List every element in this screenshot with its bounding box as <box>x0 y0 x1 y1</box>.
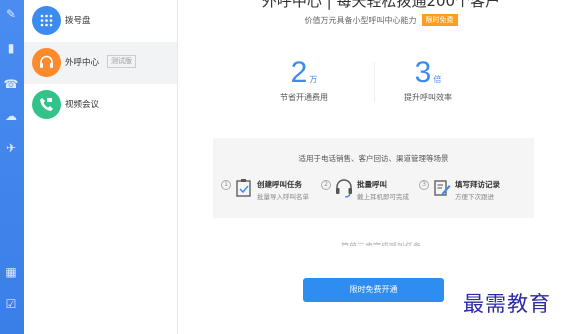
beta-badge: 测试版 <box>107 55 136 68</box>
app-item-video-meeting[interactable]: 视频会议 <box>24 84 177 126</box>
headset-icon <box>336 179 352 198</box>
app-item-dialpad[interactable]: 拨号盘 <box>24 0 177 42</box>
truncated-text: 简单三步完成呼叫任务 <box>178 240 584 246</box>
step-desc: 方便下次跟进 <box>455 193 494 201</box>
page-subtitle: 价值万元具备小型呼叫中心能力 限时免费 <box>178 14 584 26</box>
stat-desc: 节省开通费用 <box>280 93 328 102</box>
stat-unit: 倍 <box>433 75 442 84</box>
apps-grid-icon[interactable]: ▦ <box>3 264 19 280</box>
left-nav-rail: ✎ ▮ ☎ ☁ ✈ ▦ ☑ <box>0 0 24 334</box>
step-number: 1 <box>221 180 231 190</box>
page-title: 外呼中心 | 每天轻松拨通200个客户 <box>261 0 501 10</box>
checkbox-icon[interactable]: ☑ <box>3 296 19 312</box>
phone-icon[interactable]: ☎ <box>3 76 19 92</box>
contacts-icon[interactable]: ▮ <box>3 40 19 56</box>
usage-steps-panel: 适用于电话销售、客户回访、渠道管理等场景 1 创建呼叫任务 批量导入呼叫名单 2… <box>213 138 534 218</box>
phone-video-icon <box>32 90 61 119</box>
stat-efficiency: 3倍 提升呼叫效率 <box>368 56 488 103</box>
app-item-label: 视频会议 <box>65 100 100 110</box>
stat-number: 3 <box>414 56 432 89</box>
step-desc: 批量导入呼叫名单 <box>257 193 309 201</box>
keypad-icon <box>32 6 61 35</box>
app-list-panel: 拨号盘 外呼中心 测试版 视频会议 <box>24 0 178 334</box>
workbench-icon[interactable]: ✈ <box>3 140 19 156</box>
edit-note-icon <box>434 180 451 196</box>
step-title: 创建呼叫任务 <box>257 180 302 189</box>
app-item-label: 外呼中心 <box>65 58 100 68</box>
subtitle-text: 价值万元具备小型呼叫中心能力 <box>304 16 417 25</box>
stat-unit: 万 <box>309 75 318 84</box>
step-desc: 戴上耳机即可完成 <box>357 193 409 201</box>
headset-icon <box>32 48 61 77</box>
step-title: 填写拜访记录 <box>455 180 500 189</box>
free-badge: 限时免费 <box>421 14 458 26</box>
outbound-center-intro: 外呼中心 | 每天轻松拨通200个客户 价值万元具备小型呼叫中心能力 限时免费 2… <box>178 0 584 334</box>
step-title: 批量呼叫 <box>357 180 387 189</box>
cloud-icon[interactable]: ☁ <box>3 108 19 124</box>
message-icon[interactable]: ✎ <box>3 6 19 22</box>
app-item-label: 拨号盘 <box>65 16 91 26</box>
free-activate-button[interactable]: 限时免费开通 <box>303 278 444 302</box>
app-item-outbound-center[interactable]: 外呼中心 测试版 <box>24 42 177 84</box>
task-list-icon <box>236 179 251 197</box>
stat-savings: 2万 节省开通费用 <box>244 56 364 103</box>
stat-number: 2 <box>290 56 308 89</box>
stat-desc: 提升呼叫效率 <box>404 93 452 102</box>
step-number: 3 <box>419 180 429 190</box>
step-number: 2 <box>321 180 331 190</box>
panel-title: 适用于电话销售、客户回访、渠道管理等场景 <box>298 154 449 163</box>
watermark: 最需教育 <box>463 292 551 316</box>
